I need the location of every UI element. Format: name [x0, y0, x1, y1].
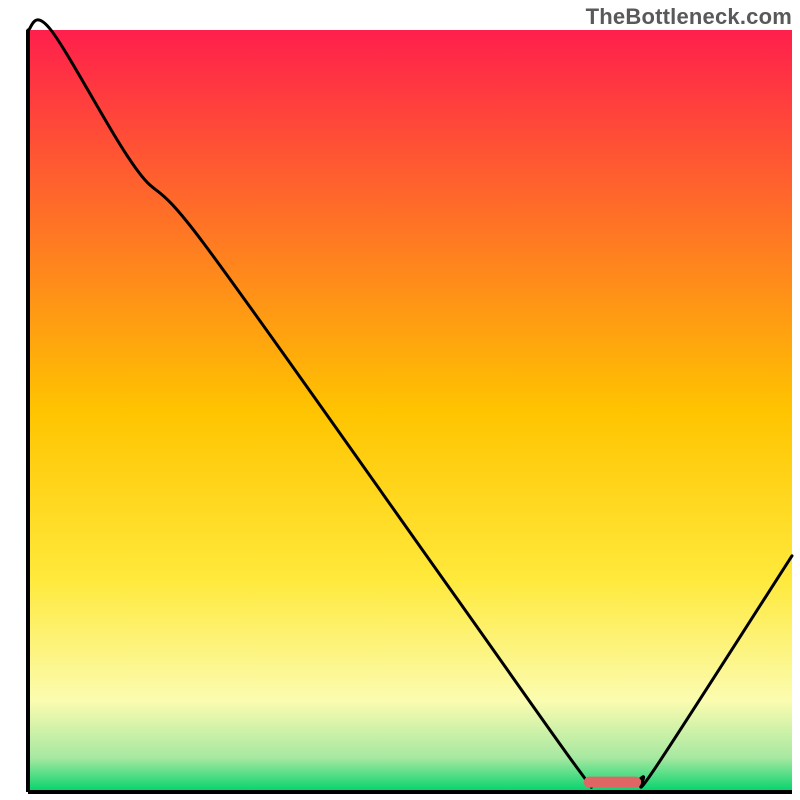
gradient-background	[28, 30, 792, 792]
watermark-text: TheBottleneck.com	[586, 4, 792, 30]
chart-canvas	[0, 0, 800, 800]
bottleneck-chart: TheBottleneck.com	[0, 0, 800, 800]
plot-area	[28, 20, 792, 792]
optimal-marker	[584, 777, 641, 788]
